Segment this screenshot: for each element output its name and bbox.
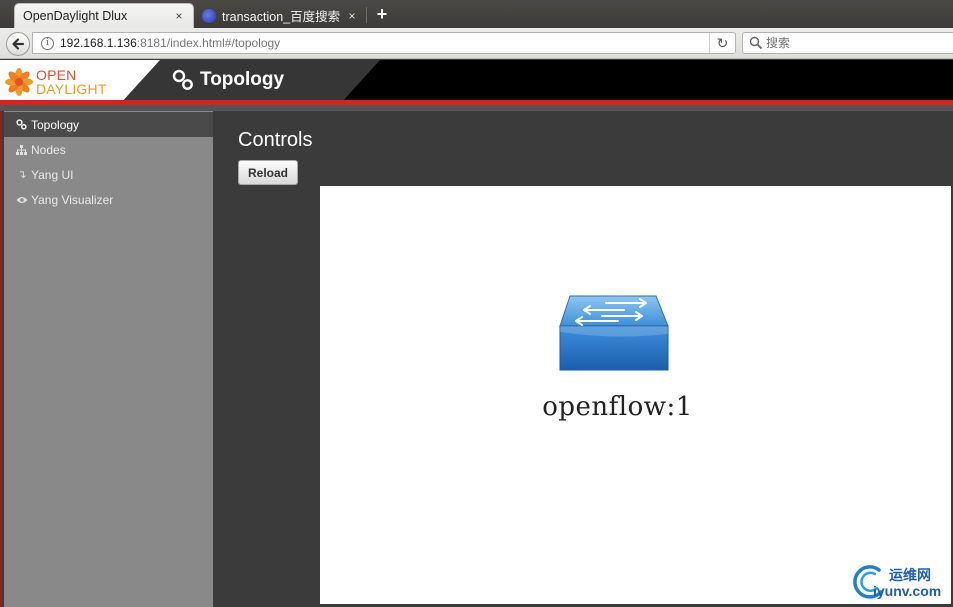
url-host: 192.168.1.136 bbox=[60, 36, 137, 50]
tab-title: OpenDaylight Dlux bbox=[23, 9, 128, 23]
browser-tab-inactive[interactable]: transaction_百度搜索 × bbox=[194, 3, 366, 28]
topology-icon bbox=[172, 69, 193, 90]
sitemap-icon bbox=[16, 144, 28, 155]
sidebar-item-label: Nodes bbox=[31, 142, 66, 157]
tab-separator bbox=[366, 7, 367, 23]
logo-line-1: OPEN bbox=[36, 67, 77, 83]
logo-text: OPEN DAYLIGHT bbox=[36, 68, 107, 96]
header-title: Topology bbox=[200, 69, 285, 90]
page-title: Controls bbox=[238, 129, 313, 151]
sidebar-item-nodes[interactable]: Nodes bbox=[4, 137, 213, 162]
eye-icon bbox=[16, 196, 28, 204]
watermark-text: 运维网 bbox=[889, 567, 931, 583]
close-icon[interactable]: × bbox=[346, 9, 358, 23]
sidebar-item-label: Yang Visualizer bbox=[31, 192, 114, 207]
arrow-return-icon: ↴ bbox=[17, 169, 27, 181]
browser-tab-active[interactable]: OpenDaylight Dlux × bbox=[14, 3, 194, 28]
logo-line-2: DAYLIGHT bbox=[36, 81, 107, 97]
topology-icon bbox=[16, 119, 28, 130]
topology-canvas[interactable]: openflow:1 bbox=[320, 186, 951, 604]
watermark: 运维网 iyunv.com bbox=[851, 560, 951, 604]
info-icon[interactable]: i bbox=[41, 36, 54, 50]
switch-icon[interactable] bbox=[558, 294, 670, 374]
close-icon[interactable]: × bbox=[173, 9, 185, 23]
sidebar-item-label: Yang UI bbox=[31, 167, 74, 182]
new-tab-button[interactable]: + bbox=[372, 4, 392, 24]
url-path: :8181/index.html#/topology bbox=[136, 36, 281, 50]
arrow-left-icon bbox=[12, 38, 25, 50]
tab-title: transaction_百度搜索 bbox=[222, 10, 341, 24]
url-text: 192.168.1.136:8181/index.html#/topology bbox=[60, 36, 709, 50]
browser-tabstrip: OpenDaylight Dlux × transaction_百度搜索 × + bbox=[0, 0, 953, 28]
search-icon bbox=[749, 36, 763, 50]
sidebar-item-topology[interactable]: Topology bbox=[4, 112, 213, 137]
search-bar[interactable] bbox=[742, 32, 953, 54]
reload-icon[interactable]: ↻ bbox=[709, 33, 735, 53]
sidebar-item-label: Topology bbox=[31, 117, 80, 132]
watermark-domain: iyunv.com bbox=[873, 583, 942, 599]
opendaylight-logo-icon bbox=[5, 68, 33, 96]
search-input[interactable] bbox=[766, 36, 936, 50]
sidebar-item-yang-visualizer[interactable]: Yang Visualizer bbox=[4, 187, 213, 212]
header-title-box: Topology bbox=[172, 69, 284, 91]
reload-button[interactable]: Reload bbox=[238, 160, 298, 185]
browser-navbar: i 192.168.1.136:8181/index.html#/topolog… bbox=[0, 28, 953, 59]
baidu-favicon-icon bbox=[202, 8, 216, 23]
sidebar-item-yang-ui[interactable]: ↴ Yang UI bbox=[4, 162, 213, 187]
url-bar[interactable]: i 192.168.1.136:8181/index.html#/topolog… bbox=[32, 32, 736, 54]
app-header: OPEN DAYLIGHT Topology bbox=[0, 60, 953, 104]
node-label: openflow:1 bbox=[542, 392, 693, 422]
sidebar: Topology Nodes ↴ Yang UI Yang Visualizer bbox=[4, 111, 213, 607]
back-button[interactable] bbox=[6, 32, 30, 56]
